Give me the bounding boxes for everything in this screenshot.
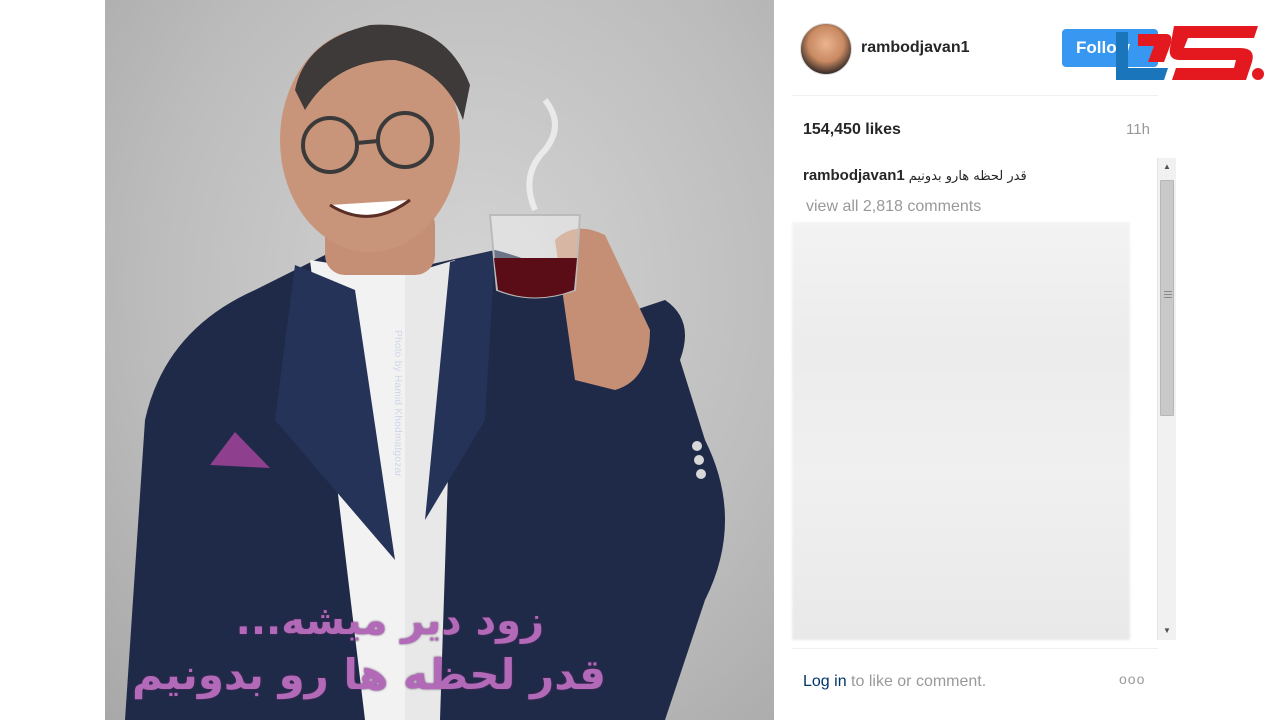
login-suffix: to like or comment. xyxy=(846,673,987,690)
more-options-icon[interactable]: ooo xyxy=(1119,671,1145,687)
post-image[interactable]: Photo by Hamid Khodmatgozar زود دیر میشه… xyxy=(105,0,774,720)
username-link[interactable]: rambodjavan1 xyxy=(861,39,969,57)
caption-comment: rambodjavan1 قدر لحظه هارو بدونیم xyxy=(803,167,1027,184)
login-prompt: Log in to like or comment. xyxy=(803,673,986,691)
likes-count[interactable]: 154,450 likes xyxy=(803,121,901,139)
scroll-thumb[interactable] xyxy=(1160,180,1174,416)
comment-author[interactable]: rambodjavan1 xyxy=(803,167,905,184)
news-site-logo xyxy=(1116,26,1264,80)
comment-text: قدر لحظه هارو بدونیم xyxy=(908,169,1027,184)
view-all-comments-link[interactable]: view all 2,818 comments xyxy=(806,198,981,216)
overlay-caption-line-1: زود دیر میشه... xyxy=(235,598,544,644)
footer-divider xyxy=(792,648,1158,649)
avatar[interactable] xyxy=(800,23,852,75)
comments-scrollbar[interactable]: ▲ ▼ xyxy=(1157,158,1176,640)
blurred-comments-area xyxy=(792,222,1130,640)
scroll-down-arrow-icon[interactable]: ▼ xyxy=(1158,622,1176,640)
login-link[interactable]: Log in xyxy=(803,673,847,690)
header-divider xyxy=(792,95,1158,96)
overlay-caption-line-2: قدر لحظه ها رو بدونیم xyxy=(131,650,606,699)
post-timestamp: 11h xyxy=(1126,121,1150,138)
grip-icon xyxy=(1164,291,1172,299)
scroll-up-arrow-icon[interactable]: ▲ xyxy=(1158,158,1176,176)
photo-credit: Photo by Hamid Khodmatgozar xyxy=(392,330,403,478)
